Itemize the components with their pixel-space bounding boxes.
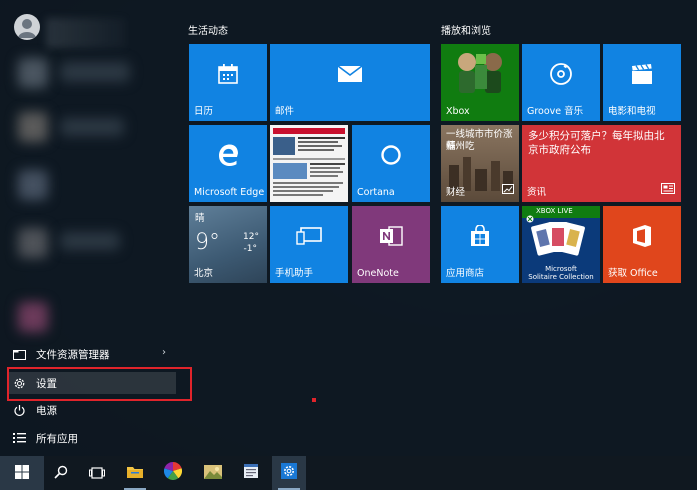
calendar-icon <box>217 63 239 89</box>
tile-mail[interactable]: 邮件 <box>270 44 430 121</box>
menu-file-explorer[interactable]: 文件资源管理器 › <box>8 343 176 365</box>
taskbar-color-app[interactable] <box>156 456 190 490</box>
recent-app-blurred <box>60 62 130 82</box>
tile-movies-label: 电影和电视 <box>608 106 656 117</box>
document-icon <box>243 463 259 483</box>
taskbar <box>0 456 697 490</box>
recent-app-blurred <box>18 112 48 142</box>
tile-solitaire[interactable]: XBOX LIVE Microsoft Solitaire Collection <box>522 206 600 283</box>
menu-power-label: 电源 <box>36 404 57 417</box>
tile-store[interactable]: 应用商店 <box>441 206 519 283</box>
taskbar-image-app[interactable] <box>196 456 230 490</box>
news-icon <box>661 179 675 198</box>
settings-gear-icon <box>281 463 297 483</box>
start-menu: 文件资源管理器 › 设置 电源 所有应用 生活动态 播放和浏览 日历 邮件 Mi… <box>0 0 697 456</box>
tile-xbox[interactable]: Xbox <box>441 44 519 121</box>
tile-phone-companion[interactable]: 手机助手 <box>270 206 348 283</box>
folder-icon <box>8 349 30 360</box>
start-button[interactable] <box>0 456 44 490</box>
user-avatar[interactable] <box>14 14 40 40</box>
menu-all-apps[interactable]: 所有应用 <box>8 427 176 449</box>
search-button[interactable] <box>44 456 78 490</box>
taskbar-document-app[interactable] <box>234 456 268 490</box>
phone-companion-icon <box>296 227 322 249</box>
edge-icon <box>216 143 240 171</box>
group-title-play[interactable]: 播放和浏览 <box>441 22 491 37</box>
cortana-icon <box>380 144 402 170</box>
tile-news-label: 资讯 <box>527 187 547 198</box>
film-clapper-icon <box>630 63 654 89</box>
weather-city: 北京 <box>194 268 214 279</box>
solitaire-title-line2: Solitaire Collection <box>528 273 594 281</box>
color-wheel-icon <box>163 461 183 484</box>
recent-app-blurred <box>60 232 120 250</box>
tile-finance-label: 财经 <box>446 187 466 198</box>
tile-webpage-thumbnail[interactable] <box>270 125 348 202</box>
news-headline: 多少积分可落户？每年拟由北京市政府公布 <box>528 130 665 156</box>
menu-power[interactable]: 电源 <box>8 399 176 421</box>
weather-high: 12° <box>243 232 259 242</box>
xbox-avatars-image <box>458 53 502 93</box>
taskbar-settings[interactable] <box>272 456 306 490</box>
store-bag-icon <box>469 224 491 251</box>
task-view-icon <box>89 464 105 483</box>
tile-groove-label: Groove 音乐 <box>527 106 584 117</box>
settings-highlight-box <box>7 367 192 401</box>
menu-file-explorer-label: 文件资源管理器 <box>36 348 110 361</box>
tile-groove[interactable]: Groove 音乐 <box>522 44 600 121</box>
recent-app-blurred <box>18 228 48 258</box>
xbox-live-badge: XBOX LIVE <box>536 207 573 215</box>
list-icon <box>8 432 30 444</box>
weather-condition: 晴 <box>195 213 205 224</box>
tile-onenote[interactable]: OneNote <box>352 206 430 283</box>
recent-app-blurred <box>60 118 124 136</box>
user-name-blurred <box>46 18 126 48</box>
search-icon <box>54 464 68 483</box>
tile-edge-label: Microsoft Edge <box>194 187 265 198</box>
office-icon <box>631 224 653 252</box>
tile-cortana[interactable]: Cortana <box>352 125 430 202</box>
tile-onenote-label: OneNote <box>357 268 399 279</box>
tile-news[interactable]: 多少积分可落户？每年拟由北京市政府公布 资讯 <box>522 125 681 202</box>
windows-logo-icon <box>15 464 29 483</box>
tile-get-office-label: 获取 Office <box>608 268 658 279</box>
recent-app-blurred <box>18 58 48 88</box>
user-icon <box>18 19 36 38</box>
weather-low: -1° <box>243 244 257 254</box>
start-left-rail: 文件资源管理器 › 设置 电源 所有应用 <box>0 0 192 456</box>
xbox-live-banner: XBOX LIVE <box>522 206 600 223</box>
folder-icon <box>126 464 144 483</box>
picture-icon <box>204 464 222 483</box>
tile-store-label: 应用商店 <box>446 268 485 279</box>
task-view-button[interactable] <box>80 456 114 490</box>
weather-temperature: 9° <box>195 230 220 255</box>
tile-calendar-label: 日历 <box>194 106 214 117</box>
trend-chart-icon <box>502 179 514 198</box>
tile-cortana-label: Cortana <box>357 187 395 198</box>
tile-edge[interactable]: Microsoft Edge <box>189 125 267 202</box>
menu-all-apps-label: 所有应用 <box>36 432 78 445</box>
mail-icon <box>337 65 363 87</box>
chevron-right-icon[interactable]: › <box>162 347 166 358</box>
power-icon <box>8 404 30 417</box>
tile-finance[interactable]: 一线城市市价涨幅 蘇州吃 财经 <box>441 125 519 202</box>
tile-movies[interactable]: 电影和电视 <box>603 44 681 121</box>
groove-music-icon <box>549 62 573 90</box>
tile-get-office[interactable]: 获取 Office <box>603 206 681 283</box>
recent-app-blurred <box>18 302 48 332</box>
tile-weather[interactable]: 晴 9° 12° -1° 北京 <box>189 206 267 283</box>
taskbar-file-explorer[interactable] <box>118 456 152 490</box>
webpage-thumbnail-image <box>270 125 348 202</box>
tile-mail-label: 邮件 <box>275 106 295 117</box>
tile-calendar[interactable]: 日历 <box>189 44 267 121</box>
tile-phone-companion-label: 手机助手 <box>275 268 314 279</box>
solitaire-title-line1: Microsoft <box>545 265 577 273</box>
solitaire-cards-image <box>531 222 585 256</box>
group-title-life[interactable]: 生活动态 <box>188 22 228 37</box>
tile-xbox-label: Xbox <box>446 106 470 117</box>
onenote-icon <box>379 224 403 252</box>
cursor-dot <box>312 398 316 402</box>
recent-app-blurred <box>18 170 48 200</box>
